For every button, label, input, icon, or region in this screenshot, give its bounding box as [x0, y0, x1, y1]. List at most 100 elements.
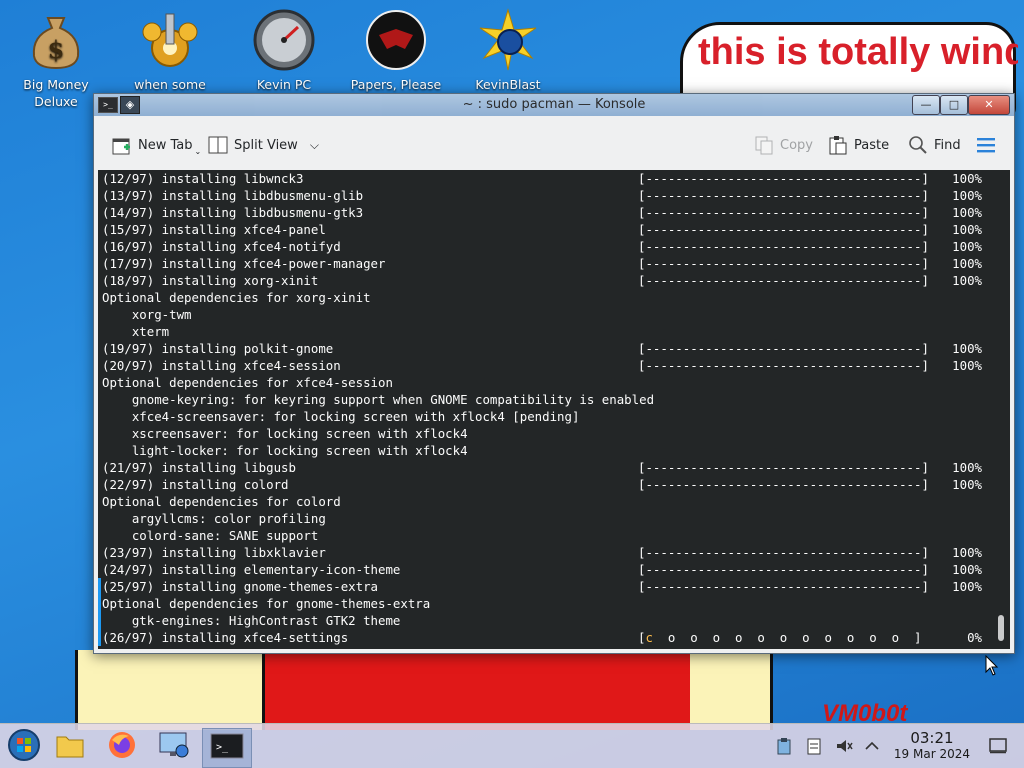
terminal-line: Optional dependencies for gnome-themes-e…	[102, 596, 431, 611]
terminal-line: (22/97) installing colord	[102, 477, 289, 492]
split-view-button[interactable]: Split View ⌵	[208, 135, 319, 155]
terminal-progress-percent: 100%	[952, 477, 982, 492]
terminal-progress-percent: 100%	[952, 562, 982, 577]
taskbar-clock[interactable]: 03:21 19 Mar 2024	[894, 730, 970, 762]
terminal-progress-bar: [-------------------------------------]	[638, 171, 929, 186]
terminal-progress-percent: 100%	[952, 171, 982, 186]
terminal-line: (17/97) installing xfce4-power-manager	[102, 256, 386, 271]
clock-date: 19 Mar 2024	[893, 747, 970, 761]
taskbar: >_ 03:21 19 Mar 2024	[0, 723, 1024, 768]
terminal-line: xscreensaver: for locking screen with xf…	[102, 426, 468, 441]
gears-icon	[138, 8, 202, 72]
split-view-label: Split View	[234, 137, 298, 153]
terminal-line: (12/97) installing libwnck3	[102, 171, 304, 186]
firefox-icon	[107, 730, 137, 764]
taskbar-system-settings[interactable]	[150, 728, 198, 766]
pacman-progress-glyph: c	[645, 630, 653, 645]
terminal-progress-bar: [-------------------------------------]	[638, 545, 929, 560]
speedometer-icon	[252, 8, 316, 72]
clipboard-tray-icon[interactable]	[774, 736, 794, 756]
desktop-icon-label: KevinBlast	[475, 77, 541, 92]
window-titlebar[interactable]: >_ ◈ ~ : sudo pacman — Konsole — □ ✕	[94, 94, 1014, 116]
terminal-progress-bar: [-------------------------------------]	[638, 562, 929, 577]
copy-button[interactable]: Copy	[754, 135, 813, 155]
taskbar-konsole[interactable]: >_	[202, 728, 252, 768]
desktop-icon-papers-please[interactable]: Papers, Please	[348, 8, 444, 93]
new-tab-label: New Tab	[138, 138, 193, 153]
konsole-window[interactable]: >_ ◈ ~ : sudo pacman — Konsole — □ ✕ New…	[93, 93, 1015, 654]
terminal-progress-percent: 100%	[952, 545, 982, 560]
terminal-line: (18/97) installing xorg-xinit	[102, 273, 319, 288]
terminal-progress-percent: 100%	[952, 273, 982, 288]
start-button[interactable]	[0, 728, 48, 766]
terminal-line: gnome-keyring: for keyring support when …	[102, 392, 655, 407]
terminal-line: (23/97) installing libxklavier	[102, 545, 326, 560]
terminal-progress-bar: [-------------------------------------]	[638, 477, 929, 492]
new-tab-button[interactable]: New Tab ⌄	[112, 135, 201, 156]
terminal-line: Optional dependencies for xfce4-session	[102, 375, 393, 390]
terminal-progress-percent: 100%	[952, 460, 982, 475]
terminal-line: (21/97) installing libgusb	[102, 460, 296, 475]
minimize-button[interactable]: —	[912, 95, 940, 115]
window-title: ~ : sudo pacman — Konsole	[462, 97, 646, 112]
file-manager-icon	[55, 731, 85, 763]
terminal-progress-bar: [-------------------------------------]	[638, 239, 929, 254]
paste-button[interactable]: Paste	[828, 135, 889, 155]
chevron-up-icon[interactable]	[862, 736, 882, 756]
terminal-line: light-locker: for locking screen with xf…	[102, 443, 468, 458]
eagle-emblem-icon	[364, 8, 428, 72]
terminal-progress-percent: 100%	[952, 579, 982, 594]
terminal-line: Optional dependencies for colord	[102, 494, 341, 509]
find-button[interactable]: Find	[908, 135, 961, 155]
terminal-progress-bar: [-------------------------------------]	[638, 256, 929, 271]
terminal-progress-bar: [c o o o o o o o o o o o ]	[638, 630, 922, 645]
terminal-progress-bar: [-------------------------------------]	[638, 222, 929, 237]
start-orb-icon	[7, 728, 41, 766]
terminal-scrollbar[interactable]	[998, 615, 1004, 641]
new-tab-icon	[112, 136, 132, 156]
split-view-icon	[208, 135, 228, 155]
desktop-icon-label: Big Money Deluxe	[23, 77, 89, 109]
terminal-line: xorg-twm	[102, 307, 192, 322]
terminal-line: (20/97) installing xfce4-session	[102, 358, 341, 373]
paste-label: Paste	[854, 137, 890, 153]
terminal-line: xterm	[102, 324, 170, 339]
search-icon	[908, 135, 928, 155]
terminal-line: (25/97) installing gnome-themes-extra	[102, 579, 379, 594]
copy-icon	[754, 135, 774, 155]
konsole-toolbar: New Tab ⌄ Split View ⌵ Copy Paste Find	[94, 120, 1014, 170]
hamburger-menu-button[interactable]	[976, 135, 996, 155]
chevron-down-icon: ⌄	[194, 147, 202, 156]
hamburger-menu-icon	[976, 135, 996, 155]
notes-tray-icon[interactable]	[804, 736, 824, 756]
terminal-progress-percent: 100%	[952, 222, 982, 237]
terminal-line: argyllcms: color profiling	[102, 511, 326, 526]
terminal-progress-percent: 0%	[967, 630, 982, 645]
chevron-down-icon: ⌵	[309, 137, 319, 152]
terminal-output[interactable]: (12/97) installing libwnck3 [------------…	[98, 170, 1010, 649]
terminal-progress-bar: [-------------------------------------]	[638, 579, 929, 594]
terminal-line: xfce4-screensaver: for locking screen wi…	[102, 409, 580, 424]
terminal-progress-bar: [-------------------------------------]	[638, 358, 929, 373]
taskbar-file-manager[interactable]	[46, 728, 94, 766]
clock-time: 03:21	[910, 729, 954, 747]
svg-text:$: $	[48, 35, 65, 64]
desktop-icon-kevinblast[interactable]: KevinBlast	[460, 8, 556, 93]
terminal-line: (15/97) installing xfce4-panel	[102, 222, 326, 237]
terminal-line: (14/97) installing libdbusmenu-gtk3	[102, 205, 364, 220]
drawing-yellow-shape-right	[690, 650, 773, 730]
terminal-progress-percent: 100%	[952, 256, 982, 271]
paste-icon	[828, 135, 848, 155]
terminal-line: (26/97) installing xfce4-settings	[102, 630, 349, 645]
maximize-button[interactable]: □	[940, 95, 968, 115]
terminal-progress-bar: [-------------------------------------]	[638, 188, 929, 203]
close-button[interactable]: ✕	[968, 95, 1010, 115]
volume-muted-icon[interactable]	[834, 736, 854, 756]
show-desktop-icon[interactable]	[988, 736, 1008, 756]
taskbar-firefox[interactable]	[98, 728, 146, 766]
mouse-cursor-icon	[985, 654, 999, 681]
terminal-progress-percent: 100%	[952, 239, 982, 254]
desktop-icon-big-money-deluxe[interactable]: $ Big Money Deluxe	[8, 8, 104, 110]
starburst-disc-icon	[476, 8, 540, 72]
terminal-progress-bar: [-------------------------------------]	[638, 341, 929, 356]
